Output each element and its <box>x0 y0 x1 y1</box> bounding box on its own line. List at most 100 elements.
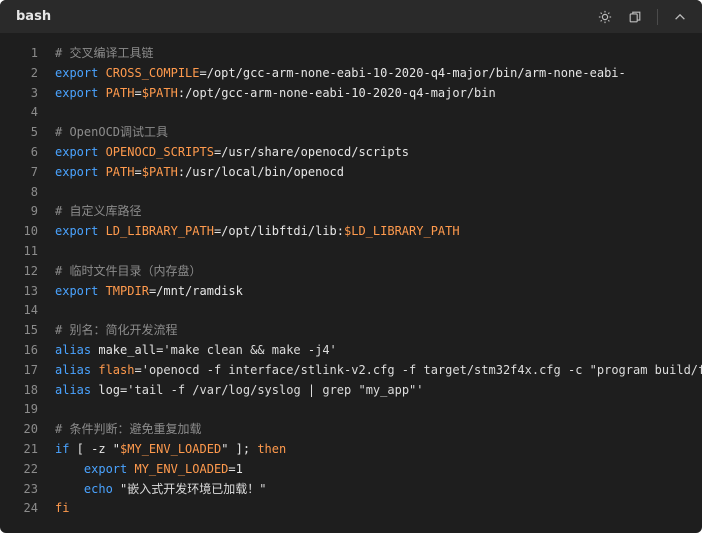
code-token: # 条件判断：避免重复加载 <box>55 422 202 437</box>
line-number: 9 <box>30 204 38 219</box>
code-token: = <box>134 362 142 377</box>
line-number: 14 <box>23 303 38 318</box>
code-text: export PATH=$PATH:/opt/gcc-arm-none-eabi… <box>55 84 496 104</box>
code-line: 10 export LD_LIBRARY_PATH=/opt/libftdi/li… <box>0 222 702 242</box>
code-token: alias <box>55 362 99 377</box>
code-text: # 临时文件目录（内存盘） <box>55 262 201 282</box>
code-line: 17 alias flash='openocd -f interface/stli… <box>0 361 702 381</box>
code-text: # 自定义库路径 <box>55 202 141 222</box>
code-text: export OPENOCD_SCRIPTS=/usr/share/openoc… <box>55 143 409 163</box>
code-line: 13 export TMPDIR=/mnt/ramdisk <box>0 282 702 302</box>
code-token: export <box>55 65 106 80</box>
code-line: 3 export PATH=$PATH:/opt/gcc-arm-none-eab… <box>0 84 702 104</box>
code-token: 'openocd -f interface/stlink-v2.cfg -f t… <box>141 362 702 377</box>
copy-icon[interactable] <box>627 9 643 25</box>
code-block: bash 1 # 交叉编译工具链 2 export CROSS_COMPILE=… <box>0 0 702 533</box>
line-number: 6 <box>30 144 38 159</box>
code-line: 11 <box>0 242 702 262</box>
code-text: # 别名：简化开发流程 <box>55 321 177 341</box>
code-line: 14 <box>0 301 702 321</box>
code-line: 21 if [ -z "$MY_ENV_LOADED" ]; then <box>0 440 702 460</box>
code-token: export <box>55 224 106 239</box>
code-text: alias flash='openocd -f interface/stlink… <box>55 361 702 381</box>
code-token: =/opt/gcc-arm-none-eabi-10-2020-q4-major… <box>199 65 626 80</box>
line-number: 21 <box>23 441 38 456</box>
collapse-icon[interactable] <box>672 9 688 25</box>
code-line: 7 export PATH=$PATH:/usr/local/bin/openoc… <box>0 163 702 183</box>
code-token: = <box>134 85 142 100</box>
code-area: 1 # 交叉编译工具链 2 export CROSS_COMPILE=/opt/gcc… <box>0 33 702 519</box>
code-token: PATH <box>105 85 135 100</box>
code-line: 1 # 交叉编译工具链 <box>0 44 702 64</box>
code-line: 23 echo "嵌入式开发环境已加载！" <box>0 480 702 500</box>
code-token: [ -z " <box>69 441 121 456</box>
code-line: 9 # 自定义库路径 <box>0 202 702 222</box>
code-line: 18 alias log='tail -f /var/log/syslog | g… <box>0 381 702 401</box>
code-text: export CROSS_COMPILE=/opt/gcc-arm-none-e… <box>55 64 626 84</box>
code-token: export <box>55 144 106 159</box>
code-token: OPENOCD_SCRIPTS <box>105 144 214 159</box>
code-token: # OpenOCD调试工具 <box>55 125 169 140</box>
code-token: :/opt/gcc-arm-none-eabi-10-2020-q4-major… <box>177 85 496 100</box>
line-number: 23 <box>23 481 38 496</box>
line-number: 22 <box>23 461 38 476</box>
code-line: 24 fi <box>0 499 702 519</box>
toolbar-divider <box>657 8 658 25</box>
code-token: " ]; <box>221 441 258 456</box>
code-token: # 临时文件目录（内存盘） <box>55 263 202 278</box>
theme-toggle-icon[interactable] <box>597 9 613 25</box>
code-token: echo <box>55 481 121 496</box>
line-number: 8 <box>30 184 38 199</box>
line-number: 18 <box>23 382 38 397</box>
code-token: # 自定义库路径 <box>55 204 142 219</box>
code-token: # 别名：简化开发流程 <box>55 323 178 338</box>
code-token: if <box>55 441 70 456</box>
line-number: 17 <box>23 362 38 377</box>
code-text: export LD_LIBRARY_PATH=/opt/libftdi/lib:… <box>55 222 460 242</box>
line-number: 11 <box>23 243 38 258</box>
code-block-header: bash <box>0 0 702 33</box>
code-line: 5 # OpenOCD调试工具 <box>0 123 702 143</box>
language-label: bash <box>16 9 52 24</box>
code-token: 'make clean && make -j4' <box>163 342 337 357</box>
code-token: "嵌入式开发环境已加载！" <box>120 481 267 496</box>
line-number: 1 <box>30 46 38 60</box>
code-token: export <box>55 164 106 179</box>
code-line: 22 export MY_ENV_LOADED=1 <box>0 460 702 480</box>
code-line: 6 export OPENOCD_SCRIPTS=/usr/share/openo… <box>0 143 702 163</box>
code-line: 8 <box>0 183 702 203</box>
line-number: 20 <box>23 422 38 437</box>
code-text: alias make_all='make clean && make -j4' <box>55 341 337 361</box>
code-text: export PATH=$PATH:/usr/local/bin/openocd <box>55 163 344 183</box>
code-token: make_all <box>98 342 157 357</box>
code-token: =/mnt/ramdisk <box>148 283 243 298</box>
header-toolbar <box>597 8 688 25</box>
line-number: 5 <box>30 125 38 140</box>
code-text: export MY_ENV_LOADED=1 <box>55 460 243 480</box>
code-token: :/usr/local/bin/openocd <box>177 164 345 179</box>
code-token: export <box>55 85 106 100</box>
code-token: export <box>55 461 135 476</box>
code-line: 16 alias make_all='make clean && make -j4… <box>0 341 702 361</box>
code-token: TMPDIR <box>105 283 149 298</box>
code-token: export <box>55 283 106 298</box>
line-number: 3 <box>30 85 38 100</box>
code-text: fi <box>55 499 69 519</box>
code-token: $PATH <box>141 164 178 179</box>
code-line: 19 <box>0 400 702 420</box>
code-line: 2 export CROSS_COMPILE=/opt/gcc-arm-none-… <box>0 64 702 84</box>
code-token: = <box>134 164 142 179</box>
code-token: MY_ENV_LOADED <box>134 461 229 476</box>
code-text: # 条件判断：避免重复加载 <box>55 420 201 440</box>
code-text: alias log='tail -f /var/log/syslog | gre… <box>55 381 424 401</box>
code-text: export TMPDIR=/mnt/ramdisk <box>55 282 243 302</box>
code-text: # OpenOCD调试工具 <box>55 123 168 143</box>
code-token: then <box>257 441 287 456</box>
line-number: 10 <box>23 224 38 239</box>
code-text: echo "嵌入式开发环境已加载！" <box>55 480 267 500</box>
code-token: =1 <box>228 461 243 476</box>
code-token: LD_LIBRARY_PATH <box>105 224 214 239</box>
code-token: $MY_ENV_LOADED <box>120 441 222 456</box>
code-token: # 交叉编译工具链 <box>55 46 154 60</box>
code-token: flash <box>98 362 135 377</box>
